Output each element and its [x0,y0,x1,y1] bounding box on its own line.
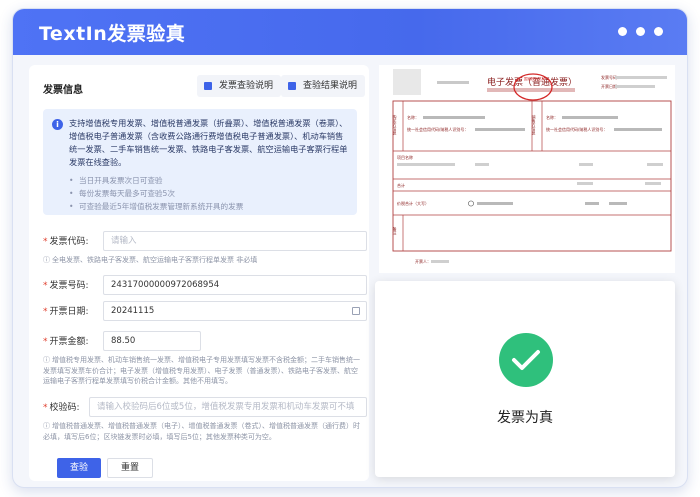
query-button[interactable]: 查验 [57,458,101,478]
buyer-tax-id-label: 统一社会信用代码/纳税人识别号： [407,126,468,132]
invoice-code-input[interactable]: 请输入 [103,231,367,251]
issue-date-value: 20241115 [111,306,155,316]
hint-info-icon: ⓘ [43,422,50,430]
buyer-label: 购买方信息 [393,114,398,135]
check-code-input[interactable]: 请输入校验码后6位或5位，增值税发票专用发票和机动车发票可不填 [89,397,367,417]
issue-date-label: 开票日期: [49,307,89,317]
reset-button[interactable]: 重置 [107,458,153,478]
window-dot-icon[interactable] [618,27,627,36]
seal-text: 国家税务总局 [524,76,545,81]
window-dot-icon[interactable] [636,27,645,36]
check-code-row: * 校验码: 请输入校验码后6位或5位，增值税发票专用发票和机动车发票可不填 [43,397,367,417]
verify-guide-button[interactable]: 发票查验说明 [197,75,282,97]
app-window: TextIn发票验真 发票信息 发票查验说明 查验结果说明 i 支持增值税专用发… [12,8,688,488]
check-code-hint: 增值税普通发票、增值税普通发票（电子）、增值税普通发票（卷式）、增值税普通发票（… [43,422,360,441]
seller-name-label: 名称： [546,114,558,120]
result-guide-label: 查验结果说明 [303,81,358,91]
hint-info-icon: ⓘ [43,356,50,364]
window-controls [618,27,663,36]
invoice-form-panel: 发票信息 发票查验说明 查验结果说明 i 支持增值税专用发票、增值税普通发票（折… [29,65,369,481]
amount-in-words-label: 价税合计（大写） [397,200,429,206]
check-icon [499,333,553,387]
window-dot-icon[interactable] [654,27,663,36]
amount-input[interactable]: 88.50 [103,331,201,351]
invoice-image: 电子发票（普通发票） 国家税务总局 发票号码： 开票日期： 购买方信息 销售方信… [393,69,672,264]
info-icon: i [52,119,63,130]
invoice-number-row: * 发票号码: 24317000000972068954 [43,275,367,295]
result-guide-button[interactable]: 查验结果说明 [281,75,366,97]
issue-date-input[interactable]: 20241115 [103,301,367,321]
title-bar: TextIn发票验真 [13,9,687,55]
document-icon [204,82,212,90]
amount-row: * 开票金额: 88.50 [43,331,367,351]
seller-label: 销售方信息 [532,114,537,135]
calendar-icon[interactable] [352,307,360,315]
amount-label: 开票金额: [49,337,89,347]
notice-bullets: 当日开具发票次日可查验 每份发票每天最多可查验5次 可查验最近5年增值税发票管理… [69,174,349,213]
remarks-label: 备注 [393,226,398,236]
notice-text: 支持增值税专用发票、增值税普通发票（折叠票）、增值税普通发票（卷票）、增值税电子… [69,118,348,167]
notice-bullet: 当日开具发票次日可查验 [69,174,349,187]
notice-bullet: 可查验最近5年增值税发票管理新系统开具的发票 [69,200,349,213]
item-header: 项目名称 [397,154,413,160]
seller-tax-id-label: 统一社会信用代码/纳税人识别号： [546,126,607,132]
invoice-code-row: * 发票代码: 请输入 [43,231,367,251]
invoice-number-input[interactable]: 24317000000972068954 [103,275,367,295]
check-code-label: 校验码: [49,403,80,413]
amount-hint: 增值税专用发票、机动车销售统一发票、增值税电子专用发票填写发票不含税金额；二手车… [43,356,360,385]
result-card: 发票为真 [375,281,675,477]
hint-info-icon: ⓘ [43,256,50,264]
issue-date-row: * 开票日期: 20241115 [43,301,367,321]
total-label: 合计 [397,182,405,188]
support-notice: i 支持增值税专用发票、增值税普通发票（折叠票）、增值税普通发票（卷票）、增值税… [43,109,357,215]
invoice-code-hint: 全电发票、铁路电子客发票、航空运输电子客票行程单发票 非必填 [52,256,258,264]
buyer-name-label: 名称： [407,114,419,120]
invoice-number-label: 发票号码: [49,281,89,291]
app-title: TextIn发票验真 [39,23,186,45]
section-title: 发票信息 [43,85,83,96]
notice-bullet: 每份发票每天最多可查验5次 [69,187,349,200]
issuer-label: 开票人： [415,258,431,264]
invoice-preview: 电子发票（普通发票） 国家税务总局 发票号码： 开票日期： 购买方信息 销售方信… [379,65,675,273]
result-text: 发票为真 [497,410,553,426]
invoice-code-label: 发票代码: [49,237,89,247]
document-icon [288,82,296,90]
verify-guide-label: 发票查验说明 [219,81,274,91]
